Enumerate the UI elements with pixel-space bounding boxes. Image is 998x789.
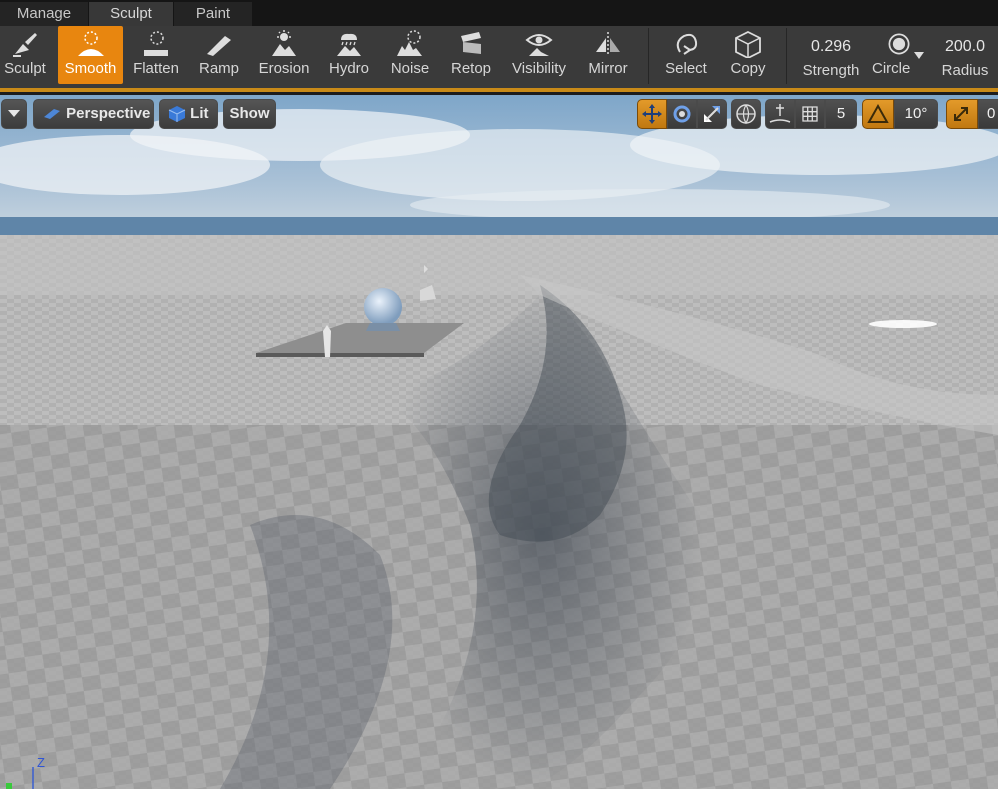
surface-snap-icon — [769, 104, 791, 123]
translate-mode-button[interactable] — [637, 99, 667, 129]
tool-label: Flatten — [133, 60, 179, 77]
hydro-icon — [337, 33, 361, 56]
strength-field[interactable]: Strength — [796, 26, 866, 84]
angle-icon — [867, 103, 889, 123]
surface-snapping-button[interactable] — [765, 99, 795, 129]
rotation-snap-toggle[interactable] — [862, 99, 894, 129]
select-icon — [676, 33, 698, 55]
tool-label: Erosion — [258, 60, 310, 77]
scale-icon — [704, 106, 720, 122]
perspective-label: Perspective — [66, 105, 151, 122]
retop-icon — [461, 32, 481, 54]
floor-platform-edge — [256, 353, 424, 357]
mode-tab-bar: Manage Sculpt Paint — [0, 0, 998, 26]
scale-snap-value: 0 — [987, 105, 996, 122]
strength-label: Strength — [802, 62, 860, 79]
perspective-button[interactable]: Perspective — [33, 99, 154, 129]
retop-tool-button[interactable]: Retop — [444, 26, 498, 84]
brush-cursor — [869, 320, 937, 328]
axis-z-label: Z — [37, 755, 45, 770]
tool-label: Smooth — [64, 60, 117, 77]
globe-icon — [736, 104, 756, 125]
perspective-icon — [44, 109, 60, 120]
scale-snap-toggle[interactable] — [946, 99, 978, 129]
landscape-scene[interactable]: Z — [0, 95, 998, 789]
noise-tool-button[interactable]: Noise — [384, 26, 436, 84]
grid-snap-value: 5 — [836, 105, 846, 122]
visibility-tool-button[interactable]: Visibility — [506, 26, 572, 84]
show-button[interactable]: Show — [223, 99, 276, 129]
mirror-icon — [596, 32, 620, 56]
circle-brush-icon — [888, 33, 910, 55]
grid-icon — [802, 106, 818, 122]
axis-y-marker — [6, 783, 12, 789]
chevron-down-icon — [914, 52, 924, 59]
rotate-icon — [673, 105, 691, 123]
ramp-icon — [207, 36, 231, 56]
show-label: Show — [229, 105, 270, 122]
tab-sculpt[interactable]: Sculpt — [89, 2, 173, 26]
chevron-down-icon — [8, 110, 20, 118]
sculpt-icon — [13, 33, 37, 57]
mirror-tool-button[interactable]: Mirror — [582, 26, 634, 84]
grid-snap-toggle[interactable] — [795, 99, 825, 129]
scale-snap-icon — [954, 107, 968, 121]
reflection-capture-actor[interactable] — [426, 309, 434, 317]
scale-mode-button[interactable] — [697, 99, 727, 129]
tool-label: Retop — [450, 60, 492, 77]
brush-shape-dropdown[interactable]: Circle — [868, 26, 930, 84]
toolbar-separator — [786, 28, 787, 84]
viewport-options-button[interactable] — [1, 99, 27, 129]
distance-haze — [0, 235, 998, 295]
grid-snap-value-dropdown[interactable]: 5 — [825, 99, 857, 129]
material-sphere[interactable] — [364, 288, 402, 326]
tool-label: Ramp — [198, 60, 239, 77]
smooth-icon — [77, 31, 104, 56]
brush-shape-label: Circle — [872, 60, 911, 77]
rotate-mode-button[interactable] — [667, 99, 697, 129]
cloud — [410, 189, 890, 221]
flatten-tool-button[interactable]: Flatten — [128, 26, 184, 84]
hydro-tool-button[interactable]: Hydro — [322, 26, 376, 84]
rotation-snap-value-dropdown[interactable]: 10° — [894, 99, 938, 129]
copy-tool-button[interactable]: Copy — [722, 26, 774, 84]
horizon-sea — [0, 217, 998, 237]
lit-label: Lit — [190, 105, 209, 122]
tool-label: Select — [665, 60, 707, 77]
tab-manage[interactable]: Manage — [0, 2, 88, 26]
visibility-icon — [525, 34, 553, 56]
tool-label: Noise — [390, 60, 430, 77]
sculpt-toolbar: Sculpt Smooth Flatten Ramp Erosion Hydro… — [0, 26, 998, 88]
rotation-snap-value: 10° — [904, 105, 928, 122]
copy-icon — [735, 30, 761, 58]
radius-field[interactable]: Radius — [932, 26, 998, 84]
lit-cube-icon — [168, 106, 186, 123]
tool-label: Visibility — [512, 60, 566, 77]
tab-paint[interactable]: Paint — [174, 2, 252, 26]
radius-label: Radius — [941, 62, 989, 79]
erosion-icon — [272, 30, 296, 56]
smooth-tool-button[interactable]: Smooth — [58, 26, 123, 84]
noise-icon — [397, 30, 422, 56]
flatten-icon — [144, 31, 168, 56]
ramp-tool-button[interactable]: Ramp — [192, 26, 246, 84]
lit-button[interactable]: Lit — [159, 99, 218, 129]
scale-snap-value-dropdown[interactable]: 0 — [978, 99, 998, 129]
tool-label: Mirror — [588, 60, 628, 77]
tool-label: Sculpt — [4, 60, 46, 77]
tool-label: Copy — [730, 60, 766, 77]
toolbar-separator — [648, 28, 649, 84]
sphere-pedestal — [366, 323, 400, 331]
world-coordinates-button[interactable] — [731, 99, 761, 129]
select-tool-button[interactable]: Select — [660, 26, 712, 84]
level-viewport[interactable]: Z Perspective Lit Show 5 10° 0 — [0, 95, 998, 789]
sculpt-tool-button[interactable]: Sculpt — [0, 26, 50, 84]
move-arrows-icon — [642, 104, 662, 124]
erosion-tool-button[interactable]: Erosion — [254, 26, 314, 84]
tool-label: Hydro — [328, 60, 369, 77]
